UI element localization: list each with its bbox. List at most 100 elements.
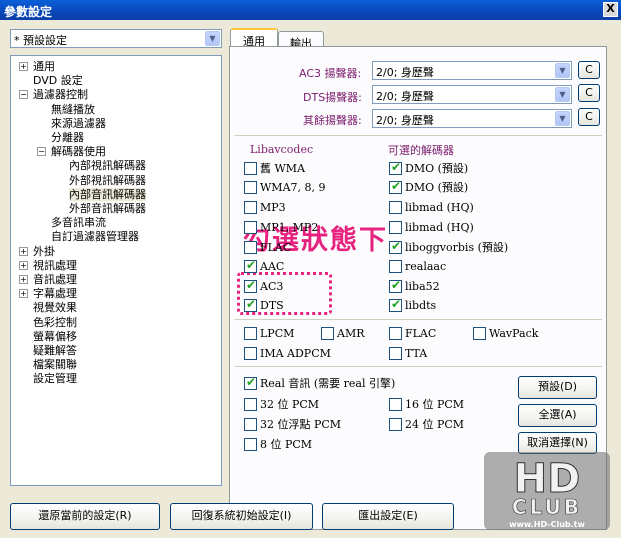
tree-item[interactable]: 外部視訊解碼器: [69, 174, 146, 187]
tree-item[interactable]: 視覺效果: [33, 301, 77, 314]
checkbox-checked-icon[interactable]: ✔: [389, 161, 402, 175]
expand-icon[interactable]: +: [19, 289, 28, 299]
decoder-checkbox[interactable]: 24 位 PCM: [389, 418, 464, 432]
checkbox-unchecked-icon[interactable]: [244, 347, 257, 360]
decoder-checkbox[interactable]: FLAC: [389, 327, 436, 341]
default-button[interactable]: 預設(D): [518, 376, 597, 399]
tree-item[interactable]: 視訊處理: [33, 259, 77, 272]
chevron-down-icon[interactable]: ▼: [555, 63, 570, 78]
decoder-checkbox[interactable]: ✔ DMO (預設): [389, 161, 468, 176]
decoder-checkbox[interactable]: WMA7, 8, 9: [244, 181, 326, 195]
expand-icon[interactable]: +: [19, 246, 28, 256]
decoder-checkbox[interactable]: 32 位浮點 PCM: [244, 418, 341, 432]
tree-item[interactable]: 通用: [33, 60, 55, 73]
expand-icon[interactable]: +: [19, 260, 28, 270]
ac3-config-button[interactable]: C: [578, 61, 600, 79]
checkbox-unchecked-icon[interactable]: [389, 418, 402, 431]
checkbox-unchecked-icon[interactable]: [244, 398, 257, 411]
chevron-down-icon[interactable]: ▼: [555, 111, 570, 126]
checkbox-unchecked-icon[interactable]: [244, 327, 257, 340]
collapse-icon[interactable]: −: [19, 90, 28, 100]
decoder-checkbox[interactable]: ✔ liboggvorbis (預設): [389, 240, 508, 255]
decoder-checkbox[interactable]: ✔ DTS: [244, 298, 284, 313]
decoder-checkbox[interactable]: realaac: [389, 260, 446, 274]
checkbox-checked-icon[interactable]: ✔: [389, 298, 402, 312]
decoder-checkbox[interactable]: libmad (HQ): [389, 221, 474, 235]
tree-item[interactable]: 字幕處理: [33, 287, 77, 300]
decoder-checkbox[interactable]: ✔ AC3: [244, 279, 283, 294]
tree-item[interactable]: 螢幕偏移: [33, 330, 77, 343]
decoder-checkbox[interactable]: ✔ libdts: [389, 298, 436, 313]
checkbox-checked-icon[interactable]: ✔: [389, 279, 402, 293]
checkbox-checked-icon[interactable]: ✔: [244, 298, 257, 312]
restore-settings-button[interactable]: 還原當前的設定(R): [10, 503, 160, 530]
tree-item[interactable]: 自訂過濾器管理器: [51, 230, 139, 243]
tree-item[interactable]: 疑難解答: [33, 344, 77, 357]
checkbox-checked-icon[interactable]: ✔: [244, 279, 257, 293]
tree-item[interactable]: 內部視訊解碼器: [69, 159, 146, 172]
expand-icon[interactable]: +: [19, 62, 28, 71]
decoder-checkbox[interactable]: FLAC: [244, 241, 291, 255]
decoder-checkbox[interactable]: LPCM: [244, 327, 294, 341]
checkbox-unchecked-icon[interactable]: [244, 162, 257, 175]
decoder-checkbox[interactable]: ✔ Real 音訊 (需要 real 引擎): [244, 376, 395, 391]
tree-item[interactable]: 色彩控制: [33, 316, 77, 329]
checkbox-unchecked-icon[interactable]: [244, 241, 257, 254]
checkbox-unchecked-icon[interactable]: [244, 418, 257, 431]
checkbox-unchecked-icon[interactable]: [389, 398, 402, 411]
decoder-checkbox[interactable]: ✔ AAC: [244, 259, 284, 274]
checkbox-unchecked-icon[interactable]: [321, 327, 334, 340]
decoder-checkbox[interactable]: AMR: [321, 327, 365, 341]
preset-select[interactable]: * 預設設定 ▼: [10, 29, 222, 48]
tree-item[interactable]: 檔案關聯: [33, 358, 77, 371]
tree-item[interactable]: 無縫播放: [51, 103, 95, 116]
decoder-checkbox[interactable]: MP1, MP2: [244, 221, 318, 235]
checkbox-checked-icon[interactable]: ✔: [244, 376, 257, 390]
other-speaker-select[interactable]: 2/0; 身歷聲 ▼: [372, 109, 572, 128]
decoder-checkbox[interactable]: TTA: [389, 347, 427, 361]
tree-item[interactable]: 內部音訊解碼器: [69, 187, 146, 201]
checkbox-checked-icon[interactable]: ✔: [389, 180, 402, 194]
tree-item[interactable]: 多音訊串流: [51, 216, 106, 229]
tree-item[interactable]: 音訊處理: [33, 273, 77, 286]
tree-item[interactable]: DVD 設定: [33, 74, 83, 87]
collapse-icon[interactable]: −: [37, 147, 46, 157]
decoder-checkbox[interactable]: ✔ DMO (預設): [389, 180, 468, 195]
checkbox-unchecked-icon[interactable]: [244, 438, 257, 451]
dts-speaker-select[interactable]: 2/0; 身歷聲 ▼: [372, 85, 572, 104]
other-config-button[interactable]: C: [578, 108, 600, 126]
chevron-down-icon[interactable]: ▼: [205, 31, 220, 46]
ac3-speaker-select[interactable]: 2/0; 身歷聲 ▼: [372, 61, 572, 80]
tree-item[interactable]: 分離器: [51, 131, 84, 144]
decoder-checkbox[interactable]: 32 位 PCM: [244, 398, 319, 412]
dts-config-button[interactable]: C: [578, 84, 600, 102]
checkbox-checked-icon[interactable]: ✔: [389, 240, 402, 254]
checkbox-unchecked-icon[interactable]: [244, 201, 257, 214]
checkbox-unchecked-icon[interactable]: [389, 347, 402, 360]
tree-item[interactable]: 解碼器使用: [51, 145, 106, 158]
export-settings-button[interactable]: 匯出設定(E): [322, 503, 454, 530]
select-all-button[interactable]: 全選(A): [518, 404, 597, 427]
tree-item[interactable]: 設定管理: [33, 372, 77, 385]
decoder-checkbox[interactable]: WavPack: [473, 327, 538, 341]
decoder-checkbox[interactable]: 舊 WMA: [244, 162, 305, 176]
tree-item[interactable]: 來源過濾器: [51, 117, 106, 130]
close-button[interactable]: X: [603, 2, 618, 17]
reset-defaults-button[interactable]: 回復系統初始設定(I): [170, 503, 313, 530]
checkbox-unchecked-icon[interactable]: [389, 201, 402, 214]
checkbox-unchecked-icon[interactable]: [244, 181, 257, 194]
checkbox-unchecked-icon[interactable]: [473, 327, 486, 340]
checkbox-unchecked-icon[interactable]: [389, 221, 402, 234]
chevron-down-icon[interactable]: ▼: [555, 87, 570, 102]
decoder-checkbox[interactable]: libmad (HQ): [389, 201, 474, 215]
checkbox-unchecked-icon[interactable]: [389, 260, 402, 273]
tree-item[interactable]: 外掛: [33, 245, 55, 258]
tree-item[interactable]: 過濾器控制: [33, 88, 88, 101]
checkbox-unchecked-icon[interactable]: [389, 327, 402, 340]
checkbox-checked-icon[interactable]: ✔: [244, 259, 257, 273]
decoder-checkbox[interactable]: 16 位 PCM: [389, 398, 464, 412]
settings-tree[interactable]: 通用 + DVD 設定 過濾器控制 − 無縫播放 來源過濾器 分離器 解碼器使用 − 內部視訊解碼器…: [10, 55, 222, 486]
decoder-checkbox[interactable]: IMA ADPCM: [244, 347, 331, 361]
decoder-checkbox[interactable]: ✔ liba52: [389, 279, 440, 294]
expand-icon[interactable]: +: [19, 275, 28, 284]
